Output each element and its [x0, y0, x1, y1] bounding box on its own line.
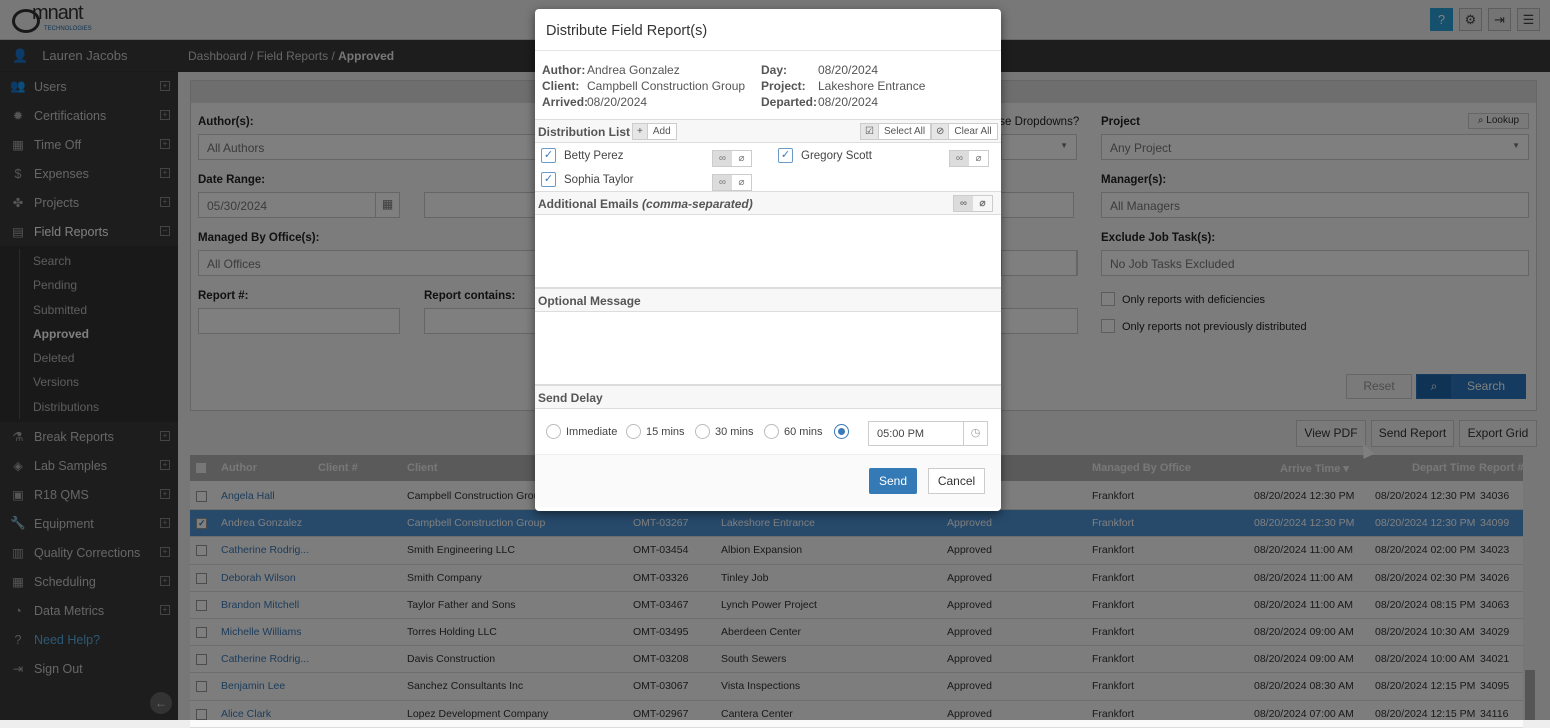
- link-icon[interactable]: ∞: [950, 151, 969, 166]
- link-icon[interactable]: ∞: [713, 175, 732, 190]
- delay-option-custom[interactable]: [834, 424, 854, 439]
- radio[interactable]: [546, 424, 561, 439]
- paperclip-icon[interactable]: ⌀: [969, 151, 988, 166]
- radio-selected[interactable]: [834, 424, 849, 439]
- cancel-button[interactable]: Cancel: [928, 468, 985, 494]
- recipient-item: ✓ Gregory Scott: [778, 148, 872, 163]
- delay-option[interactable]: 30 mins: [695, 424, 754, 439]
- send-delay-header: Send Delay: [535, 385, 1001, 409]
- recipient-item: ✓ Sophia Taylor: [541, 172, 633, 187]
- delay-option[interactable]: 15 mins: [626, 424, 685, 439]
- link-icon[interactable]: ∞: [713, 151, 732, 166]
- recipient-checkbox[interactable]: ✓: [778, 148, 793, 163]
- distribute-dialog: Distribute Field Report(s) Author: Andrea…: [535, 9, 1001, 511]
- recipient-item: ✓ Betty Perez: [541, 148, 623, 163]
- recipient-checkbox[interactable]: ✓: [541, 148, 556, 163]
- add-recipient-button[interactable]: + Add: [632, 123, 677, 140]
- distribution-list-header: Distribution List + Add ☑ Select All ⊘ Clea…: [535, 119, 1001, 143]
- check-square-icon: ☑: [861, 124, 879, 139]
- optional-message-header: Optional Message: [535, 288, 1001, 312]
- paperclip-icon[interactable]: ⌀: [973, 196, 992, 211]
- select-all-button[interactable]: ☑ Select All: [860, 123, 932, 140]
- additional-emails-header: Additional Emails (comma-separated) ∞ ⌀: [535, 191, 1001, 215]
- ban-icon: ⊘: [932, 124, 950, 139]
- plus-icon: +: [633, 124, 648, 139]
- recipient-attach-toggle[interactable]: ∞ ⌀: [949, 150, 989, 167]
- send-button[interactable]: Send: [869, 468, 917, 494]
- email-attach-toggle[interactable]: ∞ ⌀: [953, 195, 993, 212]
- paperclip-icon[interactable]: ⌀: [732, 175, 751, 190]
- radio[interactable]: [695, 424, 710, 439]
- radio[interactable]: [626, 424, 641, 439]
- dialog-title: Distribute Field Report(s): [535, 9, 1001, 51]
- optional-message-input[interactable]: [535, 312, 1001, 385]
- delay-option[interactable]: Immediate: [546, 424, 617, 439]
- additional-emails-input[interactable]: [535, 215, 1001, 288]
- link-icon[interactable]: ∞: [954, 196, 973, 211]
- send-time-input[interactable]: 05:00 PM ◷: [868, 421, 988, 446]
- delay-option[interactable]: 60 mins: [764, 424, 823, 439]
- recipient-attach-toggle[interactable]: ∞ ⌀: [712, 174, 752, 191]
- recipient-checkbox[interactable]: ✓: [541, 172, 556, 187]
- recipient-attach-toggle[interactable]: ∞ ⌀: [712, 150, 752, 167]
- radio[interactable]: [764, 424, 779, 439]
- clear-all-button[interactable]: ⊘ Clear All: [931, 123, 998, 140]
- clock-icon[interactable]: ◷: [963, 422, 987, 445]
- paperclip-icon[interactable]: ⌀: [732, 151, 751, 166]
